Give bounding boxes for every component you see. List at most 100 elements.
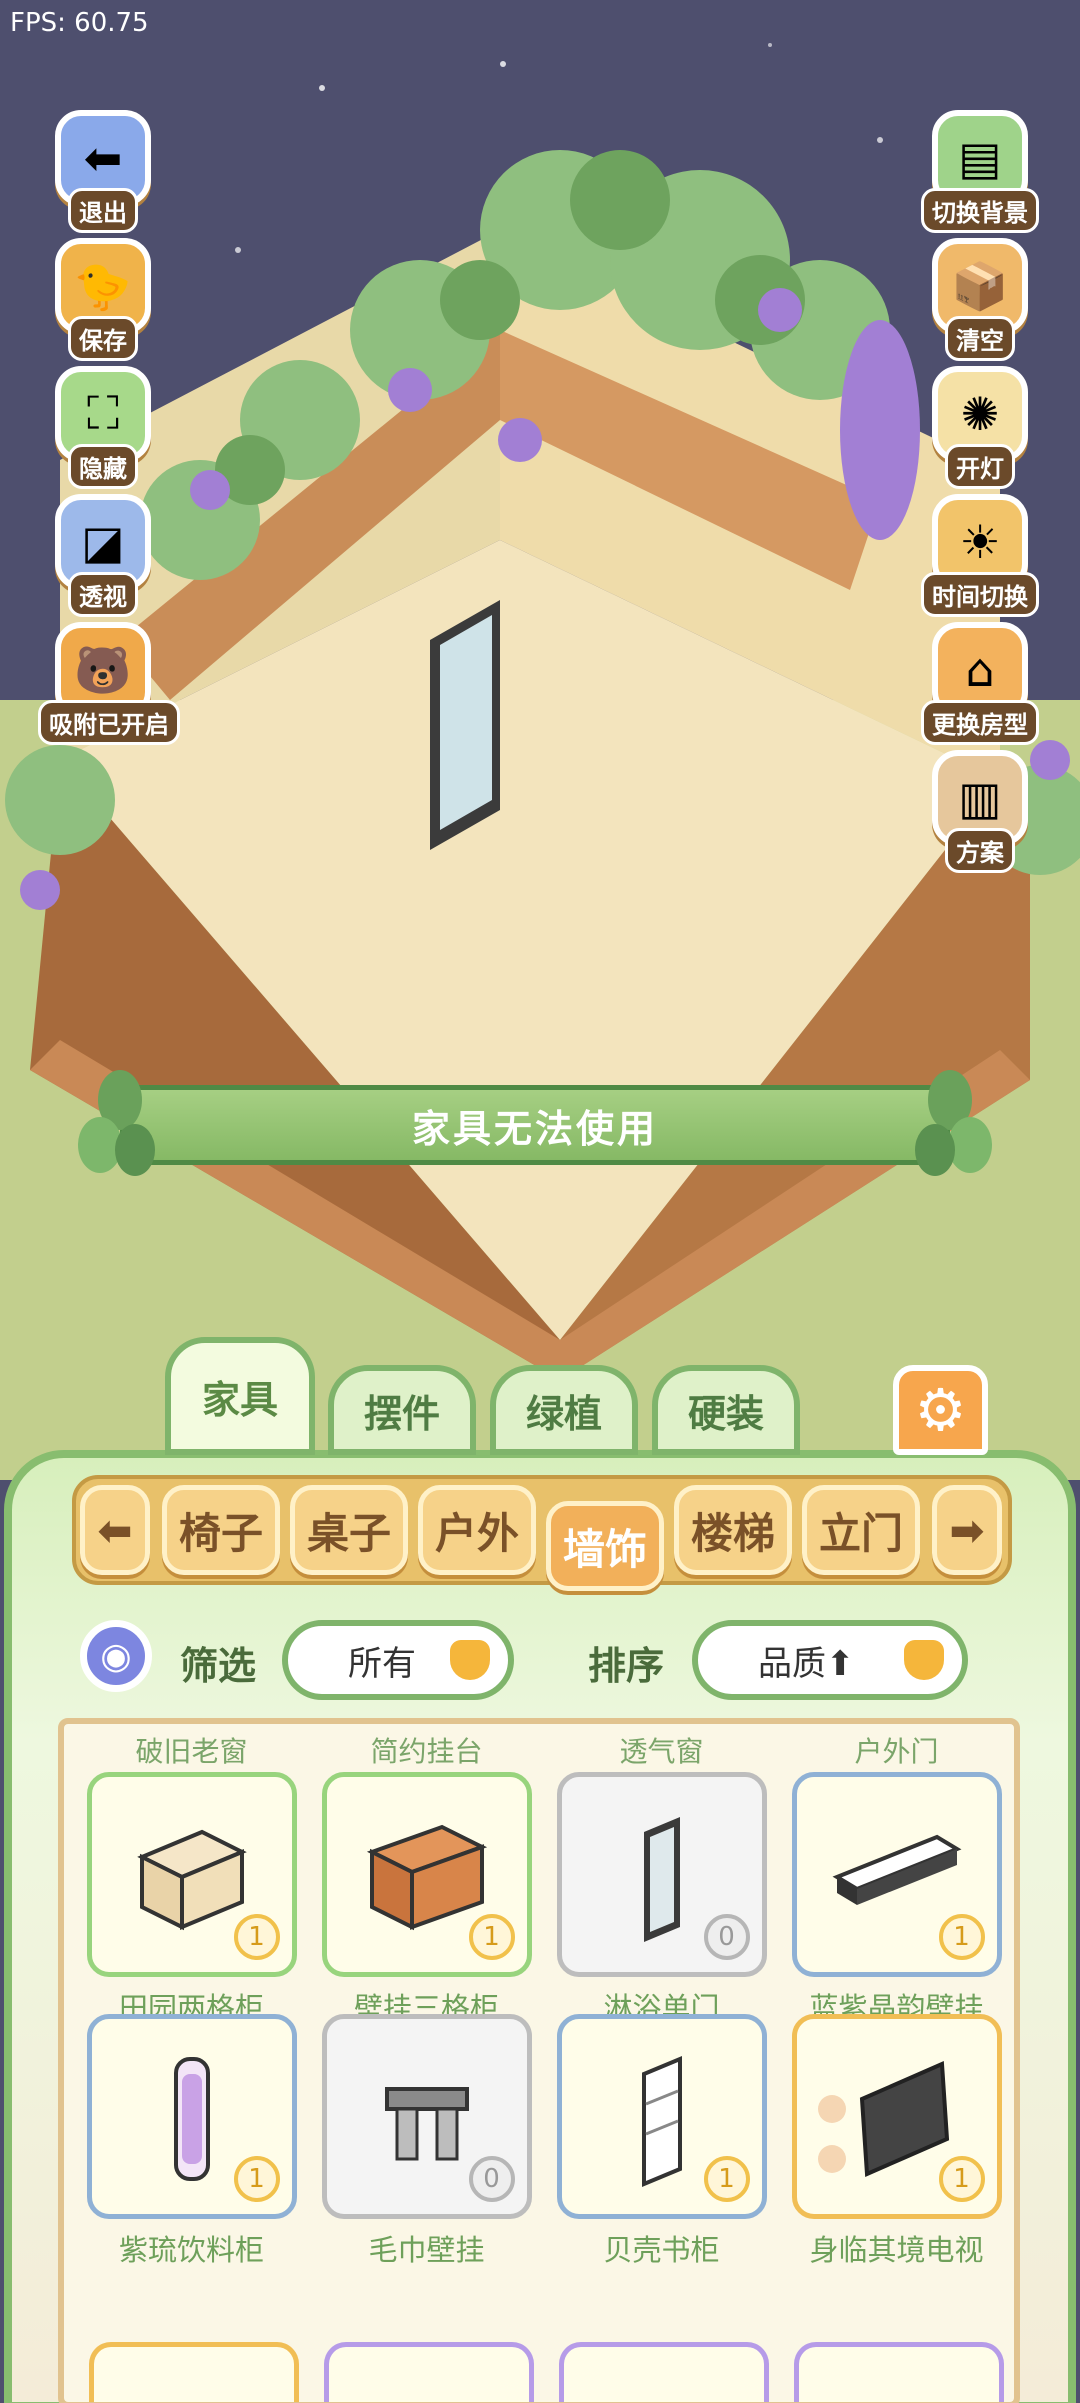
hide-label: 隐藏 [68, 444, 138, 489]
tab-hardware[interactable]: 硬装 [652, 1365, 800, 1455]
item-card[interactable]: 1 [86, 1772, 297, 1977]
plan-label: 方案 [945, 828, 1015, 873]
tab-furniture-label: 家具 [201, 1377, 278, 1422]
category-doors[interactable]: 立门 [802, 1485, 920, 1575]
item-card[interactable]: 1 [556, 2014, 767, 2219]
tab-furniture[interactable]: 家具 [165, 1337, 315, 1455]
list-item[interactable] [324, 2342, 534, 2402]
filter-value: 所有 [348, 1643, 416, 1684]
arrow-right-icon: ➡ [949, 1505, 985, 1555]
list-item[interactable]: 1 身临其境电视 [789, 2014, 1004, 2269]
category-stairs[interactable]: 楼梯 [674, 1485, 792, 1575]
list-item[interactable]: 1 贝壳书柜 [554, 2014, 769, 2269]
item-quantity: 1 [233, 1914, 280, 1960]
item-quantity: 1 [468, 1914, 515, 1960]
perspective-label: 透视 [68, 572, 138, 617]
chevron-down-icon [904, 1640, 944, 1680]
snap-button[interactable]: 🐻 吸附已开启 [38, 622, 180, 745]
item-quantity: 0 [703, 1914, 750, 1960]
filter-label: 筛选 [180, 1644, 257, 1688]
tab-hardware-label: 硬装 [687, 1391, 764, 1436]
category-stairs-label: 楼梯 [690, 1508, 775, 1558]
time-switch-label: 时间切换 [921, 572, 1039, 617]
switch-background-label: 切换背景 [921, 188, 1039, 233]
clear-label: 清空 [945, 316, 1015, 361]
light-button[interactable]: ✺ 开灯 [915, 366, 1045, 489]
sort-dropdown[interactable]: 品质⬆ [692, 1620, 968, 1700]
sort-label: 排序 [588, 1644, 665, 1688]
category-doors-label: 立门 [818, 1508, 903, 1558]
category-tables-label: 桌子 [306, 1508, 391, 1558]
item-top-label: 破旧老窗 [135, 1735, 248, 1768]
tab-ornaments[interactable]: 摆件 [328, 1365, 476, 1455]
snap-label: 吸附已开启 [38, 700, 180, 745]
list-item[interactable] [794, 2342, 1004, 2402]
tab-plants[interactable]: 绿植 [490, 1365, 638, 1455]
category-outdoor-label: 户外 [434, 1508, 519, 1558]
settings-gear-icon[interactable]: ⚙ [893, 1365, 988, 1455]
item-name: 紫琉饮料柜 [118, 2233, 264, 2267]
leaf-left-icon [78, 1070, 155, 1176]
item-card[interactable]: 1 [321, 1772, 532, 1977]
prev-category-button[interactable]: ⬅ [80, 1485, 150, 1575]
exit-button[interactable]: ⬅ 退出 [48, 110, 158, 233]
item-name: 毛巾壁挂 [368, 2233, 485, 2267]
sort-value: 品质⬆ [758, 1643, 855, 1684]
banner-text: 家具无法使用 [411, 1106, 658, 1151]
category-chairs-label: 椅子 [178, 1508, 263, 1558]
item-top-label: 户外门 [854, 1735, 939, 1768]
save-button[interactable]: 🐤 保存 [48, 238, 158, 361]
change-room-label: 更换房型 [921, 700, 1039, 745]
category-outdoor[interactable]: 户外 [418, 1485, 536, 1575]
tab-plants-label: 绿植 [525, 1391, 602, 1436]
time-switch-button[interactable]: ☀ 时间切换 [915, 494, 1045, 617]
item-quantity: 1 [938, 1914, 985, 1960]
light-label: 开灯 [945, 444, 1015, 489]
switch-background-button[interactable]: ▤ 切换背景 [915, 110, 1045, 233]
item-name: 贝壳书柜 [603, 2233, 720, 2267]
tab-ornaments-label: 摆件 [363, 1391, 440, 1436]
category-wall-decor[interactable]: 墙饰 [546, 1501, 664, 1591]
item-card[interactable]: 1 [86, 2014, 297, 2219]
category-chairs[interactable]: 椅子 [162, 1485, 280, 1575]
list-item[interactable]: 破旧老窗 1 田园两格柜 [84, 1732, 299, 2027]
list-item[interactable]: 透气窗 0 淋浴单门 [554, 1732, 769, 2027]
furniture-unusable-banner: 家具无法使用 [78, 1070, 992, 1176]
item-top-label: 简约挂台 [370, 1735, 483, 1768]
list-item[interactable]: 0 毛巾壁挂 [319, 2014, 534, 2269]
clear-button[interactable]: 📦 清空 [915, 238, 1045, 361]
arrow-left-icon: ⬅ [97, 1505, 133, 1555]
list-item[interactable]: 简约挂台 1 壁挂三格柜 [319, 1732, 534, 2027]
item-quantity: 0 [468, 2156, 515, 2202]
fps-counter: FPS: 60.75 [10, 8, 149, 38]
leaf-right-icon [915, 1070, 992, 1176]
item-quantity: 1 [938, 2156, 985, 2202]
item-card[interactable]: 0 [321, 2014, 532, 2219]
item-quantity: 1 [703, 2156, 750, 2202]
next-category-button[interactable]: ➡ [932, 1485, 1002, 1575]
item-card[interactable]: 1 [791, 1772, 1002, 1977]
item-grid: 破旧老窗 1 田园两格柜 简约挂台 1 壁挂三格柜 透气窗 0 淋浴单门 户外门… [58, 1718, 1020, 2403]
item-card[interactable]: 1 [791, 2014, 1002, 2219]
exit-label: 退出 [68, 188, 138, 233]
plan-button[interactable]: ▥ 方案 [915, 750, 1045, 873]
item-name: 身临其境电视 [809, 2233, 984, 2267]
list-item[interactable]: 1 紫琉饮料柜 [84, 2014, 299, 2269]
item-top-label: 透气窗 [619, 1735, 704, 1768]
item-quantity: 1 [233, 2156, 280, 2202]
save-label: 保存 [68, 316, 138, 361]
item-card[interactable]: 0 [556, 1772, 767, 1977]
perspective-button[interactable]: ◪ 透视 [48, 494, 158, 617]
list-item[interactable]: 户外门 1 蓝紫晶韵壁挂 [789, 1732, 1004, 2027]
change-room-button[interactable]: ⌂ 更换房型 [915, 622, 1045, 745]
category-tables[interactable]: 桌子 [290, 1485, 408, 1575]
list-item[interactable] [559, 2342, 769, 2402]
search-icon[interactable]: ◉ [80, 1620, 152, 1692]
filter-dropdown[interactable]: 所有 [282, 1620, 514, 1700]
hide-button[interactable]: ⛶ 隐藏 [48, 366, 158, 489]
main-tabs: 家具 摆件 绿植 硬装 ⚙ [0, 1335, 1080, 1455]
list-item[interactable] [89, 2342, 299, 2402]
chevron-down-icon [450, 1640, 490, 1680]
category-bar: ⬅ 椅子 桌子 户外 墙饰 楼梯 立门 ➡ [72, 1475, 1012, 1591]
category-wall-decor-label: 墙饰 [562, 1524, 647, 1574]
